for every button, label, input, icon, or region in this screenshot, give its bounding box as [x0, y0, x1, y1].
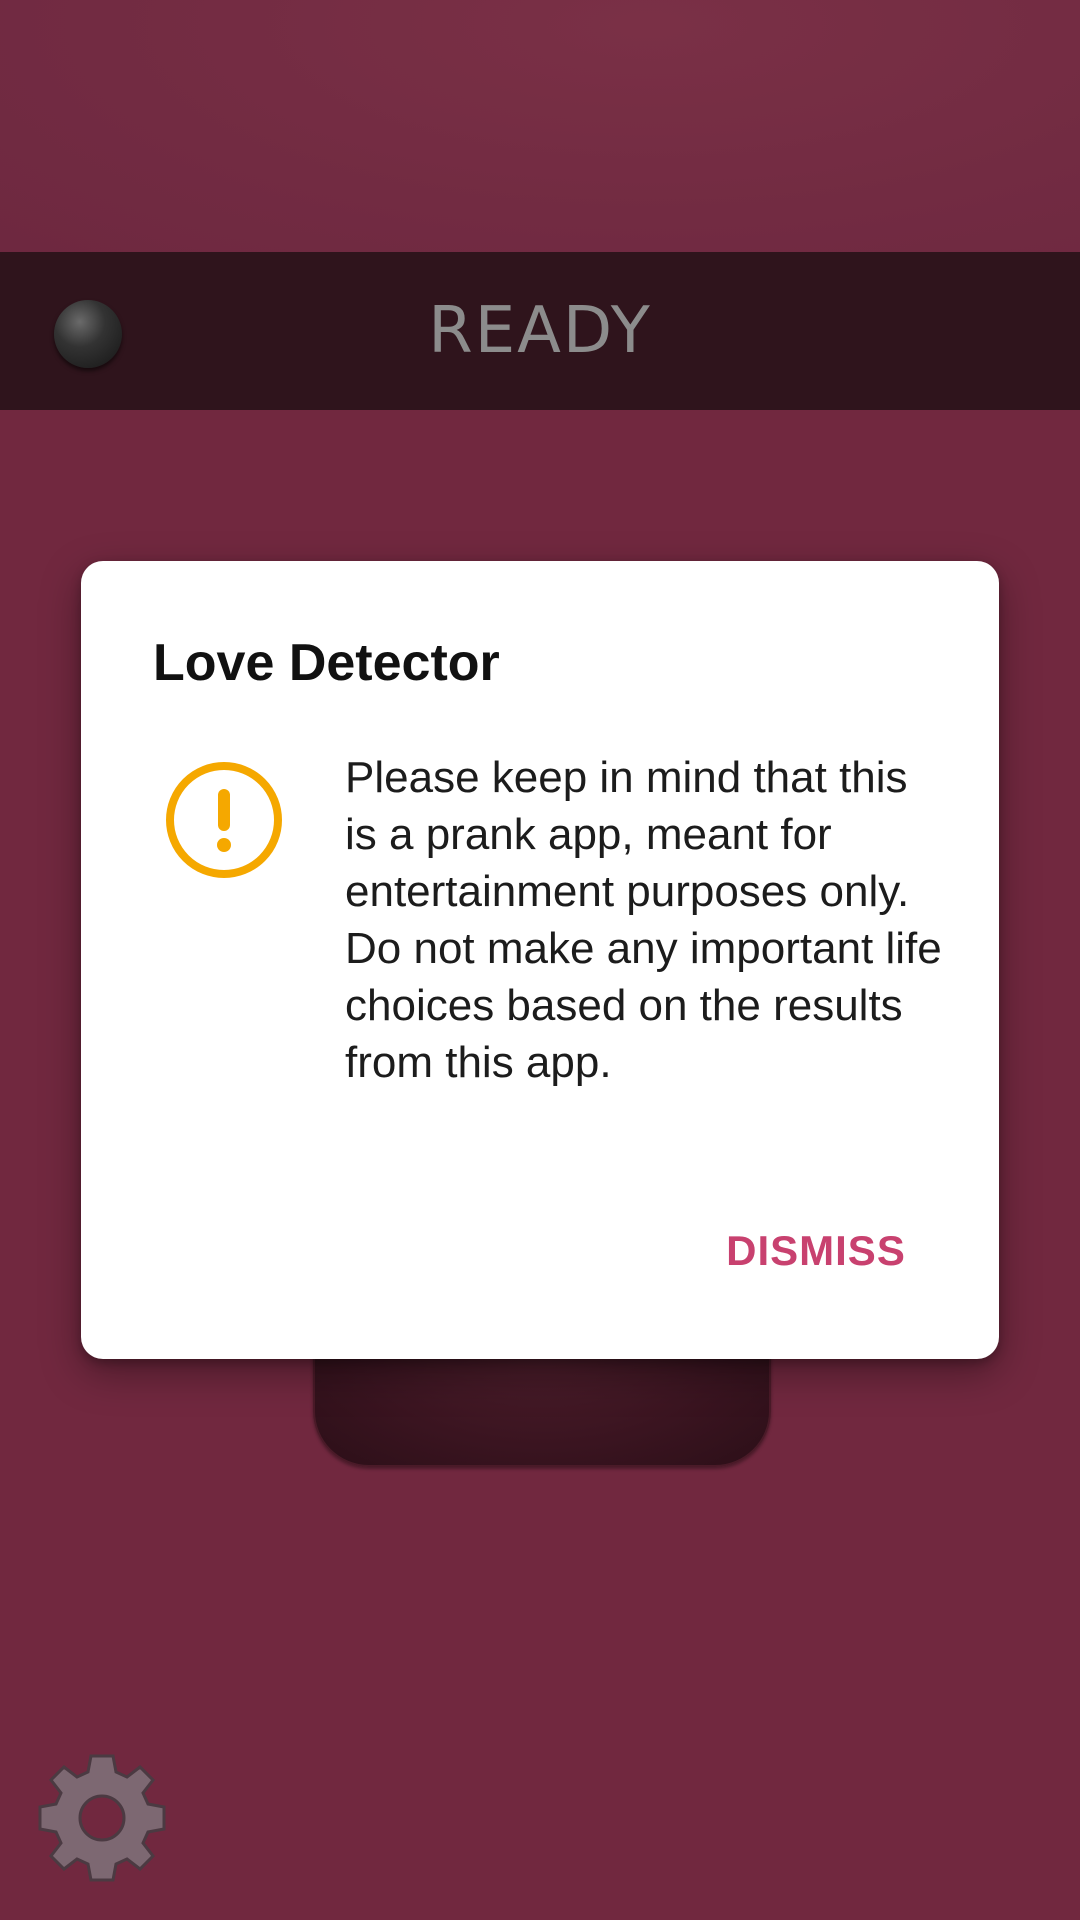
warning-icon: [166, 762, 282, 878]
disclaimer-dialog: Love Detector Please keep in mind that t…: [81, 561, 999, 1359]
dialog-message: Please keep in mind that this is a prank…: [345, 753, 942, 1087]
dismiss-button[interactable]: DISMISS: [681, 1201, 951, 1301]
settings-button[interactable]: [36, 1752, 168, 1884]
dialog-title: Love Detector: [153, 634, 500, 692]
gear-icon: [38, 1754, 166, 1882]
